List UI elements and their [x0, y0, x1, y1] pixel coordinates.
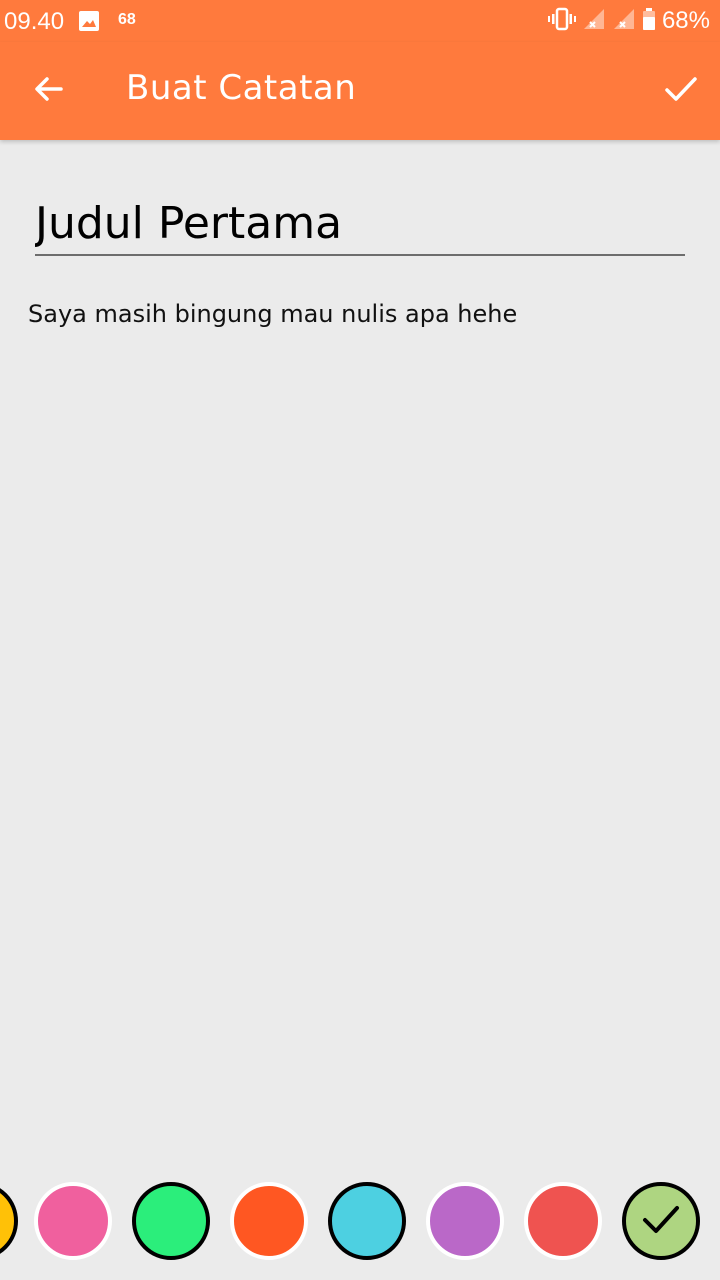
color-swatch-yellow[interactable]: [0, 1182, 18, 1260]
arrow-left-icon: [33, 73, 65, 109]
color-picker: [0, 1180, 720, 1270]
note-body-input[interactable]: Saya masih bingung mau nulis apa hehe: [28, 298, 692, 1138]
color-swatch-purple[interactable]: [426, 1182, 504, 1260]
status-right-group: 68%: [547, 6, 710, 36]
vibrate-icon: [547, 7, 576, 36]
app-bar: Buat Catatan: [0, 42, 720, 140]
status-time: 09.40: [4, 8, 65, 35]
color-swatch-deep-orange[interactable]: [230, 1182, 308, 1260]
color-swatch-green[interactable]: [132, 1182, 210, 1260]
notification-count: 68: [118, 11, 136, 28]
color-swatch-cyan[interactable]: [328, 1182, 406, 1260]
check-icon: [663, 71, 699, 111]
color-swatch-pink[interactable]: [34, 1182, 112, 1260]
signal-icon: [582, 7, 606, 36]
image-icon: [78, 10, 100, 32]
check-icon: [639, 1197, 683, 1245]
color-swatch-light-green[interactable]: [622, 1182, 700, 1260]
status-bar: 09.40 68 68%: [0, 0, 720, 42]
signal-icon: [612, 7, 636, 36]
page-title: Buat Catatan: [126, 68, 357, 108]
note-title-input[interactable]: [35, 192, 685, 256]
save-button[interactable]: [656, 66, 706, 116]
color-swatch-red[interactable]: [524, 1182, 602, 1260]
battery-percent: 68%: [661, 7, 710, 34]
battery-icon: [642, 7, 656, 36]
back-button[interactable]: [24, 66, 74, 116]
